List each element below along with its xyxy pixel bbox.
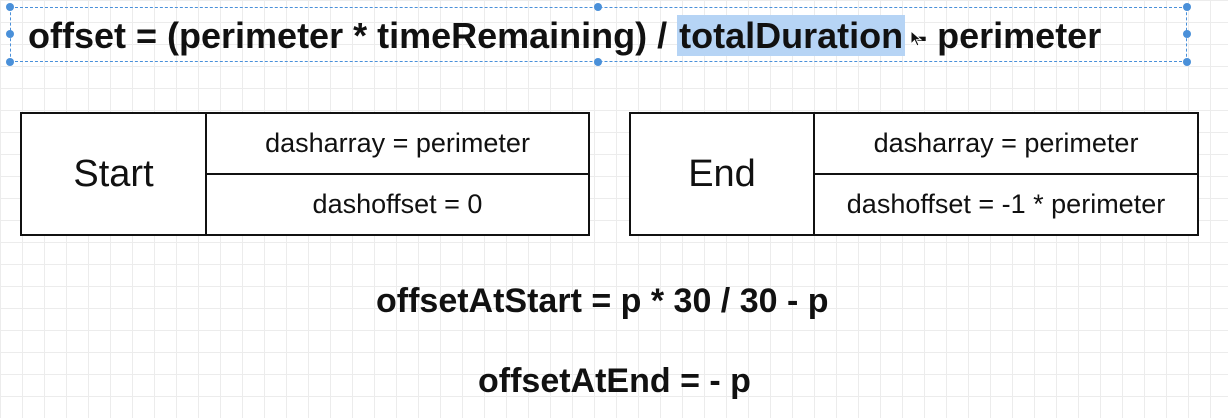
start-dasharray: dasharray = perimeter — [265, 128, 530, 158]
start-dashoffset: dashoffset = 0 — [207, 173, 588, 234]
resize-handle-top-right[interactable] — [1183, 3, 1191, 11]
resize-handle-top-left[interactable] — [6, 3, 14, 11]
formula-text-after: - perimeter — [905, 15, 1102, 56]
offset-formula[interactable]: offset = (perimeter * timeRemaining) / t… — [28, 14, 1101, 58]
resize-handle-top-center[interactable] — [594, 3, 602, 11]
offset-at-start-formula: offsetAtStart = p * 30 / 30 - p — [376, 282, 829, 320]
offset-at-end-formula: offsetAtEnd = - p — [478, 362, 751, 400]
resize-handle-bottom-center[interactable] — [594, 58, 602, 66]
start-state-table: Start dasharray = perimeter dashoffset =… — [20, 112, 590, 236]
end-label: End — [631, 114, 815, 234]
resize-handle-bottom-right[interactable] — [1183, 58, 1191, 66]
start-properties: dasharray = perimeter dashoffset = 0 — [207, 114, 588, 234]
end-state-table: End dasharray = perimeter dashoffset = -… — [629, 112, 1199, 236]
end-dasharray: dasharray = perimeter — [873, 128, 1139, 158]
end-dashoffset: dashoffset = -1 * perimeter — [815, 173, 1197, 234]
selected-text: totalDuration — [677, 15, 906, 56]
resize-handle-bottom-left[interactable] — [6, 58, 14, 66]
mouse-cursor-icon — [910, 30, 923, 47]
end-properties: dasharray = perimeter dashoffset = -1 * … — [815, 114, 1197, 234]
start-label: Start — [22, 114, 207, 234]
resize-handle-middle-right[interactable] — [1183, 30, 1191, 38]
resize-handle-middle-left[interactable] — [6, 30, 14, 38]
formula-text-before: offset = (perimeter * timeRemaining) / — [28, 15, 678, 56]
